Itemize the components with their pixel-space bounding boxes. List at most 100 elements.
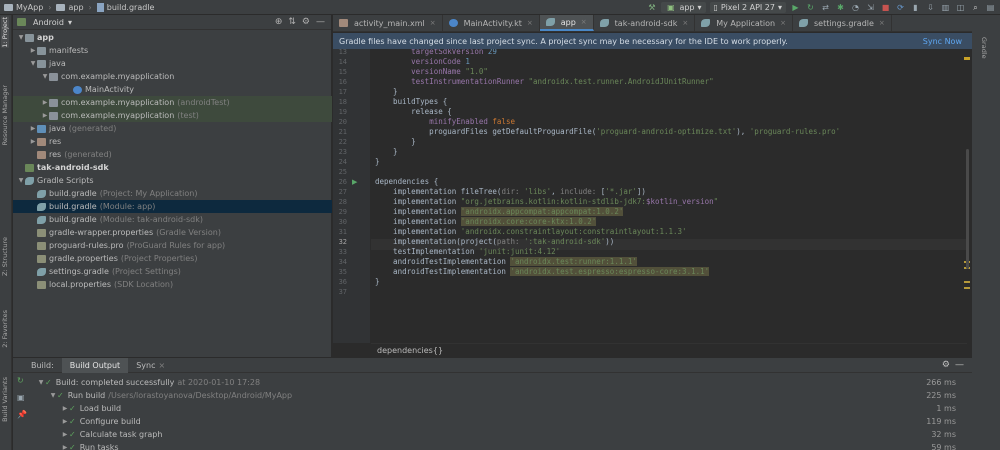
close-icon[interactable]: × (581, 18, 587, 26)
project-view-selector[interactable]: Android (33, 18, 64, 27)
breadcrumb-dependencies[interactable]: dependencies{} (377, 346, 443, 355)
tool-tab-favorites[interactable]: 2: Favorites (1, 310, 9, 348)
debug-icon[interactable]: ✱ (835, 2, 846, 13)
tree-row[interactable]: ▶ com.example.myapplication (androidTest) (13, 96, 332, 109)
run-config-dropdown[interactable]: ▣ app ▾ (661, 2, 706, 13)
warning-marker[interactable] (964, 281, 970, 283)
build-step-row[interactable]: ▼ ✓ Run build/Users/lorastoyanova/Desktop/… (49, 389, 972, 402)
run-icon[interactable]: ▶ (790, 2, 801, 13)
apply-changes-icon[interactable]: ↻ (805, 2, 816, 13)
expand-arrow-down-icon[interactable]: ▼ (29, 60, 37, 67)
close-icon[interactable]: × (682, 19, 688, 27)
attach-debugger-icon[interactable]: ⇲ (865, 2, 876, 13)
hammer-icon[interactable]: ⚒ (646, 2, 657, 13)
toggle-view-icon[interactable]: ▣ (17, 393, 31, 402)
close-icon[interactable]: × (780, 19, 786, 27)
tree-row[interactable]: settings.gradle (Project Settings) (13, 265, 332, 278)
profile-icon[interactable]: ◔ (850, 2, 861, 13)
search-everywhere-icon[interactable]: ⌕ (970, 2, 981, 13)
editor-tab[interactable]: tak-android-sdk × (594, 15, 696, 31)
tree-row[interactable]: ▼ app (13, 31, 332, 44)
close-icon[interactable]: × (158, 361, 165, 370)
warning-marker[interactable] (964, 287, 970, 289)
code-editor[interactable]: targetSdkVersion 29 versionCode 1 versio… (371, 49, 967, 343)
tree-row[interactable]: MainActivity (13, 83, 332, 96)
gear-icon[interactable]: ⚙ (302, 17, 310, 27)
build-step-row[interactable]: ▶ ✓ Calculate task graph 32 ms (61, 428, 972, 441)
expand-arrow-down-icon[interactable]: ▼ (41, 73, 49, 80)
scroll-thumb[interactable] (966, 149, 969, 269)
close-icon[interactable]: × (430, 19, 436, 27)
tab-sync[interactable]: Sync × (128, 358, 173, 373)
sync-gradle-icon[interactable]: ⟳ (895, 2, 906, 13)
build-step-row[interactable]: ▶ ✓ Configure build 119 ms (61, 415, 972, 428)
expand-arrow-right-icon[interactable]: ▶ (29, 138, 37, 145)
tool-tab-project[interactable]: 1: Project (1, 17, 9, 48)
warning-marker[interactable] (964, 57, 970, 60)
expand-arrow-right-icon[interactable]: ▶ (61, 405, 69, 412)
layout-icon[interactable]: ▤ (985, 2, 996, 13)
build-step-row[interactable]: ▼ ✓ Build: completed successfully at 2020-0… (37, 376, 972, 389)
tree-row[interactable]: gradle-wrapper.properties (Gradle Version… (13, 226, 332, 239)
tree-row[interactable]: ▶ java (generated) (13, 122, 332, 135)
close-icon[interactable]: × (527, 19, 533, 27)
tree-row[interactable]: tak-android-sdk (13, 161, 332, 174)
tree-row[interactable]: gradle.properties (Project Properties) (13, 252, 332, 265)
layout-inspector-icon[interactable]: ▥ (940, 2, 951, 13)
expand-arrow-right-icon[interactable]: ▶ (29, 47, 37, 54)
breadcrumb-project[interactable]: MyApp (0, 3, 47, 12)
editor-tab[interactable]: app × (539, 15, 594, 31)
collapse-all-icon[interactable]: ⇅ (288, 17, 296, 27)
sdk-manager-icon[interactable]: ⇩ (925, 2, 936, 13)
expand-arrow-right-icon[interactable]: ▶ (61, 431, 69, 438)
tree-row[interactable]: ▶ com.example.myapplication (test) (13, 109, 332, 122)
tree-row[interactable]: ▼ com.example.myapplication (13, 70, 332, 83)
breadcrumb-module[interactable]: app (52, 3, 87, 12)
tool-tab-structure[interactable]: Z: Structure (1, 237, 9, 276)
locate-file-icon[interactable]: ⊕ (275, 17, 283, 27)
android-monitor-icon[interactable]: ◫ (955, 2, 966, 13)
tree-row[interactable]: ▶ res (13, 135, 332, 148)
rerun-icon[interactable]: ↻ (17, 376, 31, 385)
editor-tab[interactable]: MainActivity.kt × (443, 15, 540, 31)
tab-build-output[interactable]: Build Output (61, 357, 129, 373)
expand-arrow-right-icon[interactable]: ▶ (41, 99, 49, 106)
tool-tab-gradle[interactable]: Gradle (980, 37, 988, 59)
tree-row[interactable]: local.properties (SDK Location) (13, 278, 332, 291)
expand-arrow-down-icon[interactable]: ▼ (37, 379, 45, 386)
tool-tab-build-variants[interactable]: Build Variants (1, 377, 9, 422)
editor-scrollbar[interactable] (962, 49, 972, 343)
editor-tab[interactable]: activity_main.xml × (333, 15, 443, 31)
tree-row[interactable]: res (generated) (13, 148, 332, 161)
close-icon[interactable]: × (879, 19, 885, 27)
breadcrumb-file[interactable]: build.gradle (93, 2, 159, 12)
tree-row[interactable]: proguard-rules.pro (ProGuard Rules for ap… (13, 239, 332, 252)
expand-arrow-right-icon[interactable]: ▶ (41, 112, 49, 119)
expand-arrow-down-icon[interactable]: ▼ (17, 34, 25, 41)
sync-now-link[interactable]: Sync Now (923, 37, 962, 46)
tree-row[interactable]: build.gradle (Module: tak-android-sdk) (13, 213, 332, 226)
expand-arrow-right-icon[interactable]: ▶ (29, 125, 37, 132)
run-gutter-icon[interactable]: ▶ (352, 178, 357, 186)
hide-icon[interactable]: — (955, 360, 964, 370)
tool-tab-resource-manager[interactable]: Resource Manager (1, 85, 9, 145)
tree-row[interactable]: build.gradle (Project: My Application) (13, 187, 332, 200)
apply-code-changes-icon[interactable]: ⇄ (820, 2, 831, 13)
chevron-down-icon[interactable]: ▾ (68, 18, 72, 27)
tree-row[interactable]: build.gradle (Module: app) (13, 200, 332, 213)
editor-tab[interactable]: My Application × (695, 15, 793, 31)
build-step-row[interactable]: ▶ ✓ Load build 1 ms (61, 402, 972, 415)
stop-icon[interactable]: ■ (880, 2, 891, 13)
pin-icon[interactable]: 📌 (17, 410, 31, 419)
expand-arrow-right-icon[interactable]: ▶ (61, 418, 69, 425)
tree-row[interactable]: ▶ manifests (13, 44, 332, 57)
hide-icon[interactable]: — (316, 17, 325, 27)
editor-tab[interactable]: settings.gradle × (793, 15, 892, 31)
avd-manager-icon[interactable]: ▮ (910, 2, 921, 13)
device-dropdown[interactable]: ▯ Pixel 2 API 27 ▾ (709, 2, 786, 13)
expand-arrow-right-icon[interactable]: ▶ (61, 444, 69, 450)
expand-arrow-down-icon[interactable]: ▼ (49, 392, 57, 399)
gear-icon[interactable]: ⚙ (942, 360, 950, 370)
tree-row[interactable]: ▼ java (13, 57, 332, 70)
tree-row[interactable]: ▼ Gradle Scripts (13, 174, 332, 187)
